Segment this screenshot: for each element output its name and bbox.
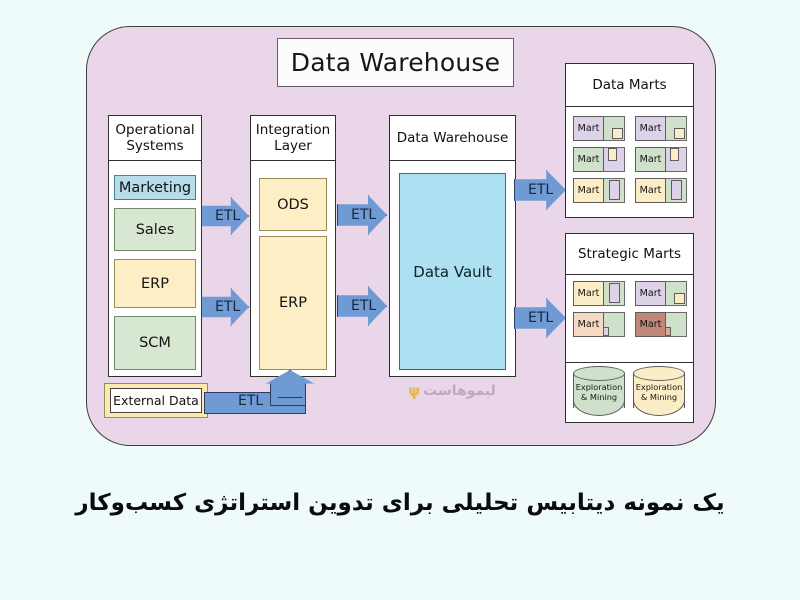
mart-cell-inner-block — [674, 128, 685, 139]
mart-cell-label: Mart — [573, 178, 604, 203]
mart-cell[interactable]: Mart — [635, 281, 687, 306]
mart-cell-inner-block — [671, 180, 682, 200]
mart-cell[interactable]: Mart — [635, 147, 687, 172]
data-vault-label: Data Vault — [413, 262, 492, 281]
exploration-mining-cylinder[interactable]: Exploration & Mining — [573, 366, 625, 416]
source-tile-erp-label: ERP — [141, 275, 169, 292]
cylinder-label: Exploration & Mining — [633, 382, 685, 402]
mart-cell-label: Mart — [635, 312, 666, 337]
mart-cell[interactable]: Mart — [573, 147, 625, 172]
integration-tile-erp-label: ERP — [279, 295, 307, 311]
watermark-text: لیموهاست — [423, 383, 496, 399]
mart-cell[interactable]: Mart — [573, 312, 625, 337]
integration-tile-ods-label: ODS — [277, 196, 309, 213]
mart-cell[interactable]: Mart — [635, 116, 687, 141]
diagram-title: Data Warehouse — [277, 38, 514, 87]
mart-cell[interactable]: Mart — [573, 116, 625, 141]
mart-cell-inner-block — [609, 180, 620, 200]
etl-label: ETL — [528, 310, 554, 326]
etl-label: ETL — [215, 208, 241, 224]
cylinder-label-line1: Exploration — [575, 381, 623, 392]
cylinder-top-ellipse — [573, 366, 625, 381]
exploration-mining-cylinder[interactable]: Exploration & Mining — [633, 366, 685, 416]
mart-cell-inner-block — [608, 148, 617, 161]
operational-systems-header-line1: Operational — [115, 122, 195, 138]
caption: یک نمونه دیتابیس تحلیلی برای تدوین استرا… — [75, 490, 725, 516]
external-data-label: External Data — [113, 393, 199, 408]
mart-cell-inner-block — [674, 293, 685, 304]
source-tile-sales-label: Sales — [135, 221, 175, 238]
data-vault-box[interactable]: Data Vault — [399, 173, 506, 370]
source-tile-marketing[interactable]: Marketing — [114, 175, 196, 200]
source-tile-scm-label: SCM — [139, 335, 171, 351]
mart-cell[interactable]: Mart — [635, 178, 687, 203]
cylinder-top-ellipse — [633, 366, 685, 381]
mart-cell-label: Mart — [573, 147, 604, 172]
screenshot-stage: Data Warehouse Operational Systems Marke… — [0, 0, 800, 600]
source-tile-erp[interactable]: ERP — [114, 259, 196, 308]
source-tile-scm[interactable]: SCM — [114, 316, 196, 370]
strategic-marts-divider — [566, 362, 693, 363]
cylinder-label-line1: Exploration — [635, 381, 683, 392]
mart-cell-label: Mart — [635, 147, 666, 172]
mart-cell-label: Mart — [573, 312, 604, 337]
watermark: لیموهاست ψ — [392, 378, 512, 404]
mart-cell-label: Mart — [573, 116, 604, 141]
integration-layer-header: Integration Layer — [251, 116, 335, 161]
cylinder-label-line2: & Mining — [580, 391, 618, 402]
cylinder-label: Exploration & Mining — [573, 382, 625, 402]
mart-cell-inner-block — [670, 148, 679, 161]
etl-label: ETL — [528, 182, 554, 198]
mart-cell-label: Mart — [635, 116, 666, 141]
mart-cell[interactable]: Mart — [573, 178, 625, 203]
data-warehouse-header: Data Warehouse — [390, 116, 515, 161]
mart-cell-label: Mart — [573, 281, 604, 306]
operational-systems-header-line2: Systems — [126, 138, 184, 154]
external-data-box[interactable]: External Data — [110, 388, 202, 413]
etl-label: ETL — [238, 393, 264, 409]
etl-label: ETL — [351, 298, 377, 314]
operational-systems-header: Operational Systems — [109, 116, 201, 161]
mart-cell-label: Mart — [635, 281, 666, 306]
integration-tile-ods[interactable]: ODS — [259, 178, 327, 231]
cylinder-bottom-cap — [573, 400, 625, 416]
watermark-logo-icon: ψ — [408, 382, 420, 400]
cylinder-label-line2: & Mining — [640, 391, 678, 402]
source-tile-sales[interactable]: Sales — [114, 208, 196, 251]
mart-cell-label: Mart — [635, 178, 666, 203]
cylinder-bottom-cap — [633, 400, 685, 416]
mart-cell[interactable]: Mart — [635, 312, 687, 337]
etl-label: ETL — [351, 207, 377, 223]
mart-cell-inner-block — [609, 283, 620, 303]
integration-layer-header-line1: Integration — [255, 122, 331, 138]
integration-tile-erp[interactable]: ERP — [259, 236, 327, 370]
etl-label: ETL — [215, 299, 241, 315]
mart-cell[interactable]: Mart — [573, 281, 625, 306]
data-marts-header: Data Marts — [566, 64, 693, 107]
strategic-marts-header: Strategic Marts — [566, 234, 693, 275]
mart-cell-inner-block — [612, 128, 623, 139]
integration-layer-header-line2: Layer — [274, 138, 312, 154]
source-tile-marketing-label: Marketing — [118, 179, 192, 196]
